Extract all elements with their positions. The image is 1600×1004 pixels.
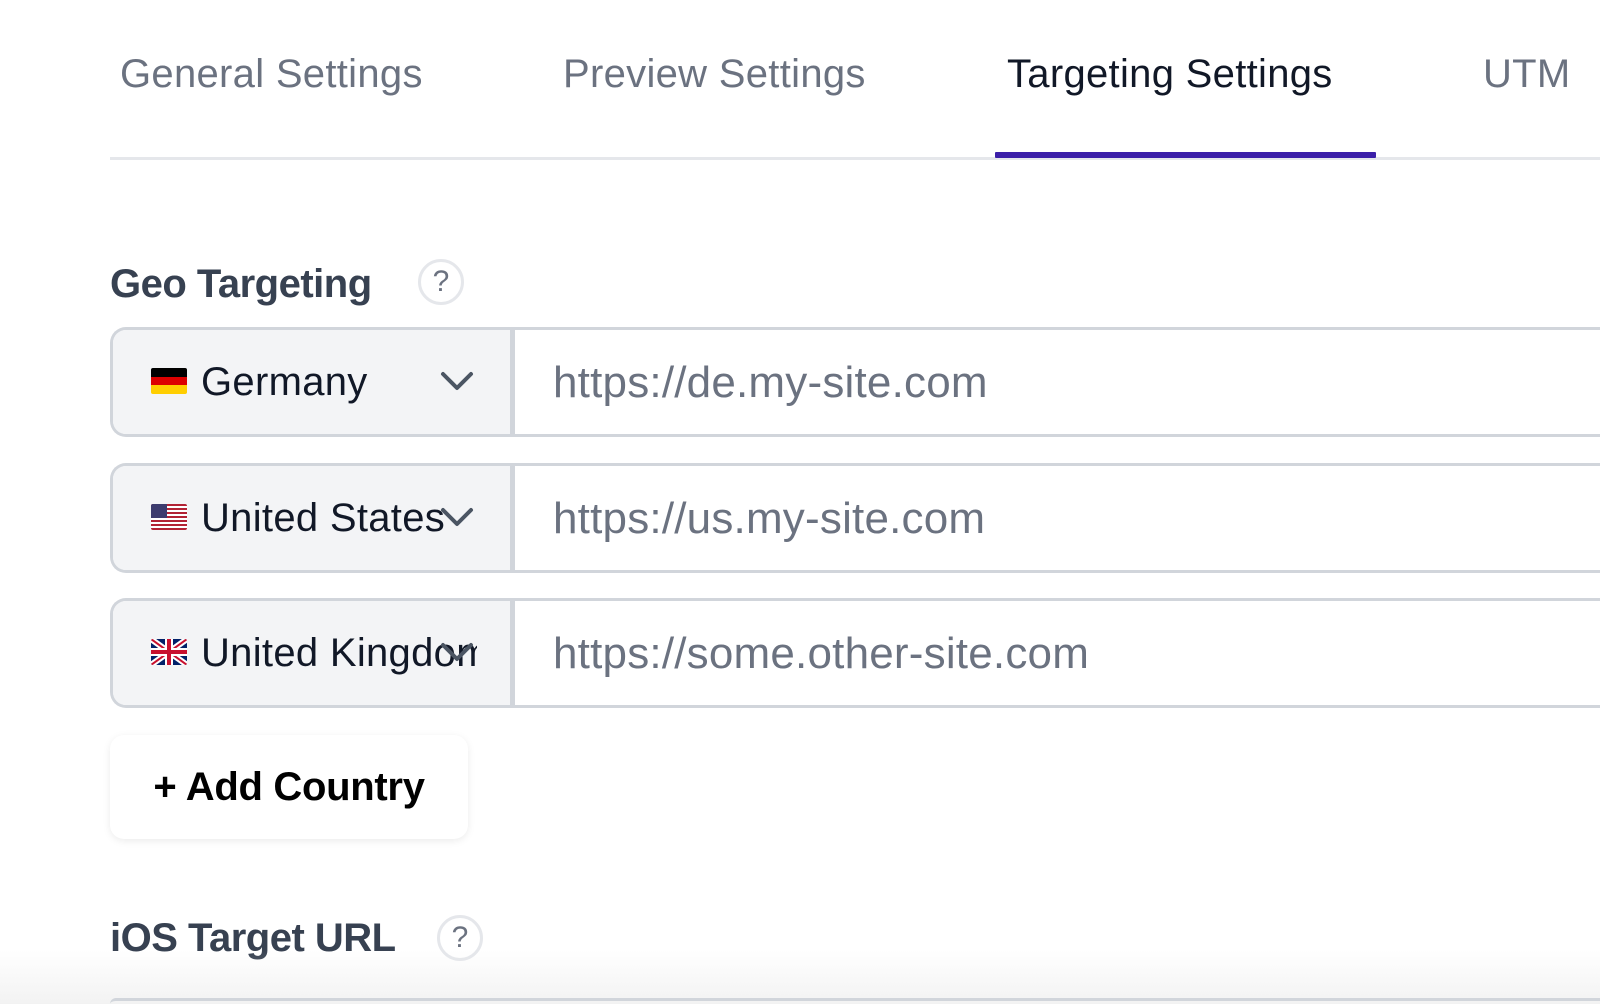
question-circle-icon[interactable]: ? (418, 259, 464, 305)
tab-general-settings[interactable]: General Settings (120, 52, 423, 97)
country-name: Germany (201, 360, 368, 404)
country-select-united-kingdom[interactable]: United Kingdom (113, 601, 515, 705)
chevron-down-icon (439, 366, 475, 396)
country-name: United Kingdom (201, 631, 477, 675)
country-name: United States (201, 496, 446, 540)
geo-row-germany: Germany https://de.my-site.com (110, 327, 1600, 437)
geo-row-united-kingdom: United Kingdom https://some.other-site.c… (110, 598, 1600, 708)
url-input-germany[interactable]: https://de.my-site.com (553, 358, 988, 408)
settings-tab-bar: General Settings Preview Settings Target… (110, 0, 1600, 160)
active-tab-indicator (995, 152, 1376, 158)
tab-targeting-settings[interactable]: Targeting Settings (1007, 52, 1333, 97)
tab-utm[interactable]: UTM (1483, 52, 1571, 97)
tab-preview-settings[interactable]: Preview Settings (563, 52, 866, 97)
add-country-button[interactable]: + Add Country (110, 735, 468, 839)
flag-united-kingdom-icon (151, 639, 187, 665)
country-select-united-states[interactable]: United States (113, 466, 515, 570)
url-input-united-kingdom[interactable]: https://some.other-site.com (553, 629, 1089, 679)
scroll-fade (0, 950, 1600, 1004)
url-input-united-states[interactable]: https://us.my-site.com (553, 494, 985, 544)
chevron-down-icon (439, 637, 475, 667)
flag-germany-icon (151, 368, 187, 394)
geo-row-united-states: United States https://us.my-site.com (110, 463, 1600, 573)
ios-target-url-input[interactable] (110, 998, 1600, 1004)
geo-targeting-title: Geo Targeting (110, 262, 372, 306)
chevron-down-icon (439, 502, 475, 532)
country-select-germany[interactable]: Germany (113, 330, 515, 434)
flag-united-states-icon (151, 504, 187, 530)
